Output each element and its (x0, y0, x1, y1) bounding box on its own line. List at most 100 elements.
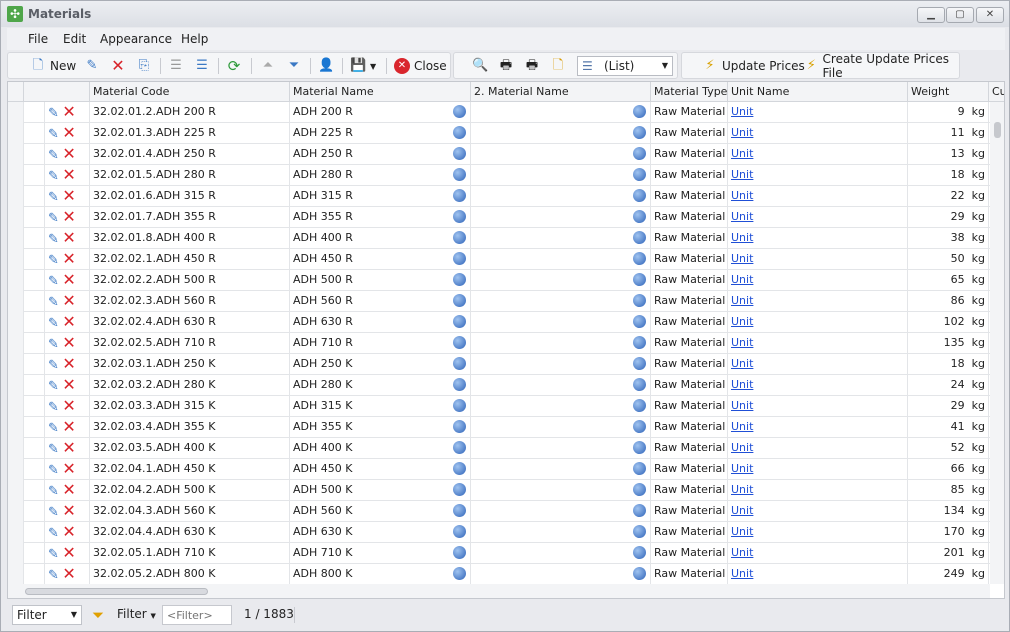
unit-link[interactable]: Unit (731, 105, 753, 118)
row-indicator[interactable] (8, 543, 24, 564)
create-update-prices-file-button[interactable]: ⚡ Create Update Prices File (804, 52, 959, 80)
table-row[interactable]: ✎ ✕ 32.02.03.5.ADH 400 K ADH 400 K Raw M… (8, 438, 990, 459)
report-design-button[interactable]: 🗋 (550, 57, 566, 75)
delete-row-icon[interactable]: ✕ (62, 459, 75, 478)
column-header[interactable]: Unit Name (728, 82, 908, 102)
edit-row-icon[interactable]: ✎ (48, 106, 59, 121)
globe-icon[interactable] (453, 462, 466, 475)
row-indicator[interactable] (8, 228, 24, 249)
table-row[interactable]: ✎ ✕ 32.02.04.2.ADH 500 K ADH 500 K Raw M… (8, 480, 990, 501)
edit-row-icon[interactable]: ✎ (48, 421, 59, 436)
unit-link[interactable]: Unit (731, 441, 753, 454)
last-button[interactable]: ⏷ (286, 57, 302, 75)
edit-row-icon[interactable]: ✎ (48, 190, 59, 205)
edit-row-icon[interactable]: ✎ (48, 358, 59, 373)
delete-row-icon[interactable]: ✕ (62, 522, 75, 541)
globe-icon[interactable] (453, 483, 466, 496)
unit-link[interactable]: Unit (731, 567, 753, 580)
globe-icon[interactable] (453, 273, 466, 286)
unit-link[interactable]: Unit (731, 189, 753, 202)
unit-link[interactable]: Unit (731, 336, 753, 349)
refresh-button[interactable]: ⟳ (226, 57, 242, 75)
delete-row-icon[interactable]: ✕ (62, 354, 75, 373)
edit-row-icon[interactable]: ✎ (48, 505, 59, 520)
table-row[interactable]: ✎ ✕ 32.02.03.1.ADH 250 K ADH 250 K Raw M… (8, 354, 990, 375)
row-indicator[interactable] (8, 354, 24, 375)
unit-link[interactable]: Unit (731, 420, 753, 433)
globe-icon[interactable] (633, 252, 646, 265)
edit-row-icon[interactable]: ✎ (48, 127, 59, 142)
edit-row-icon[interactable]: ✎ (48, 463, 59, 478)
unit-link[interactable]: Unit (731, 147, 753, 160)
move-up-button[interactable]: ☰ (168, 57, 184, 75)
print-preview-button[interactable]: 🖶 (498, 57, 514, 75)
globe-icon[interactable] (453, 357, 466, 370)
unit-link[interactable]: Unit (731, 168, 753, 181)
globe-icon[interactable] (453, 189, 466, 202)
horizontal-scrollbar[interactable] (8, 584, 990, 598)
row-indicator[interactable] (8, 501, 24, 522)
menu-edit[interactable]: Edit (63, 32, 86, 46)
globe-icon[interactable] (453, 399, 466, 412)
row-indicator[interactable] (8, 270, 24, 291)
delete-row-icon[interactable]: ✕ (62, 312, 75, 331)
delete-row-icon[interactable]: ✕ (62, 249, 75, 268)
table-row[interactable]: ✎ ✕ 32.02.03.2.ADH 280 K ADH 280 K Raw M… (8, 375, 990, 396)
globe-icon[interactable] (633, 441, 646, 454)
unit-link[interactable]: Unit (731, 462, 753, 475)
globe-icon[interactable] (453, 294, 466, 307)
table-row[interactable]: ✎ ✕ 32.02.01.7.ADH 355 R ADH 355 R Raw M… (8, 207, 990, 228)
globe-icon[interactable] (453, 147, 466, 160)
column-header[interactable]: 2. Material Name (471, 82, 651, 102)
globe-icon[interactable] (453, 441, 466, 454)
close-button[interactable]: ✕ Close (394, 57, 447, 75)
globe-icon[interactable] (453, 567, 466, 580)
globe-icon[interactable] (633, 567, 646, 580)
vertical-scroll-thumb[interactable] (994, 122, 1001, 138)
globe-icon[interactable] (633, 147, 646, 160)
table-row[interactable]: ✎ ✕ 32.02.03.4.ADH 355 K ADH 355 K Raw M… (8, 417, 990, 438)
row-indicator[interactable] (8, 375, 24, 396)
edit-row-icon[interactable]: ✎ (48, 274, 59, 289)
edit-row-icon[interactable]: ✎ (48, 337, 59, 352)
globe-icon[interactable] (453, 315, 466, 328)
edit-row-icon[interactable]: ✎ (48, 547, 59, 562)
row-indicator[interactable] (8, 312, 24, 333)
vertical-scrollbar[interactable] (990, 102, 1004, 584)
table-row[interactable]: ✎ ✕ 32.02.02.3.ADH 560 R ADH 560 R Raw M… (8, 291, 990, 312)
edit-row-icon[interactable]: ✎ (48, 484, 59, 499)
row-indicator[interactable] (8, 165, 24, 186)
delete-row-icon[interactable]: ✕ (62, 396, 75, 415)
table-row[interactable]: ✎ ✕ 32.02.04.4.ADH 630 K ADH 630 K Raw M… (8, 522, 990, 543)
filter-type-combo[interactable]: Filter ▼ (12, 605, 82, 625)
edit-row-icon[interactable]: ✎ (48, 148, 59, 163)
unit-link[interactable]: Unit (731, 483, 753, 496)
globe-icon[interactable] (633, 546, 646, 559)
edit-row-icon[interactable]: ✎ (48, 400, 59, 415)
globe-icon[interactable] (633, 357, 646, 370)
row-indicator[interactable] (8, 102, 24, 123)
row-indicator[interactable] (8, 186, 24, 207)
column-header[interactable]: Cu (989, 82, 1004, 102)
delete-row-icon[interactable]: ✕ (62, 144, 75, 163)
delete-row-icon[interactable]: ✕ (62, 270, 75, 289)
globe-icon[interactable] (453, 210, 466, 223)
search-button[interactable]: 🔍 (472, 57, 488, 75)
menu-help[interactable]: Help (181, 32, 208, 46)
first-button[interactable]: ⏶ (260, 57, 276, 75)
export-button[interactable]: 💾 ▼ (350, 57, 376, 75)
globe-icon[interactable] (633, 126, 646, 139)
row-indicator[interactable] (8, 459, 24, 480)
table-row[interactable]: ✎ ✕ 32.02.01.5.ADH 280 R ADH 280 R Raw M… (8, 165, 990, 186)
globe-icon[interactable] (633, 189, 646, 202)
table-row[interactable]: ✎ ✕ 32.02.01.3.ADH 225 R ADH 225 R Raw M… (8, 123, 990, 144)
unit-link[interactable]: Unit (731, 357, 753, 370)
column-header[interactable]: Material Code (90, 82, 290, 102)
delete-row-icon[interactable]: ✕ (62, 438, 75, 457)
table-row[interactable]: ✎ ✕ 32.02.01.6.ADH 315 R ADH 315 R Raw M… (8, 186, 990, 207)
row-indicator[interactable] (8, 333, 24, 354)
globe-icon[interactable] (453, 420, 466, 433)
edit-row-icon[interactable]: ✎ (48, 211, 59, 226)
delete-row-icon[interactable]: ✕ (62, 543, 75, 562)
globe-icon[interactable] (633, 504, 646, 517)
